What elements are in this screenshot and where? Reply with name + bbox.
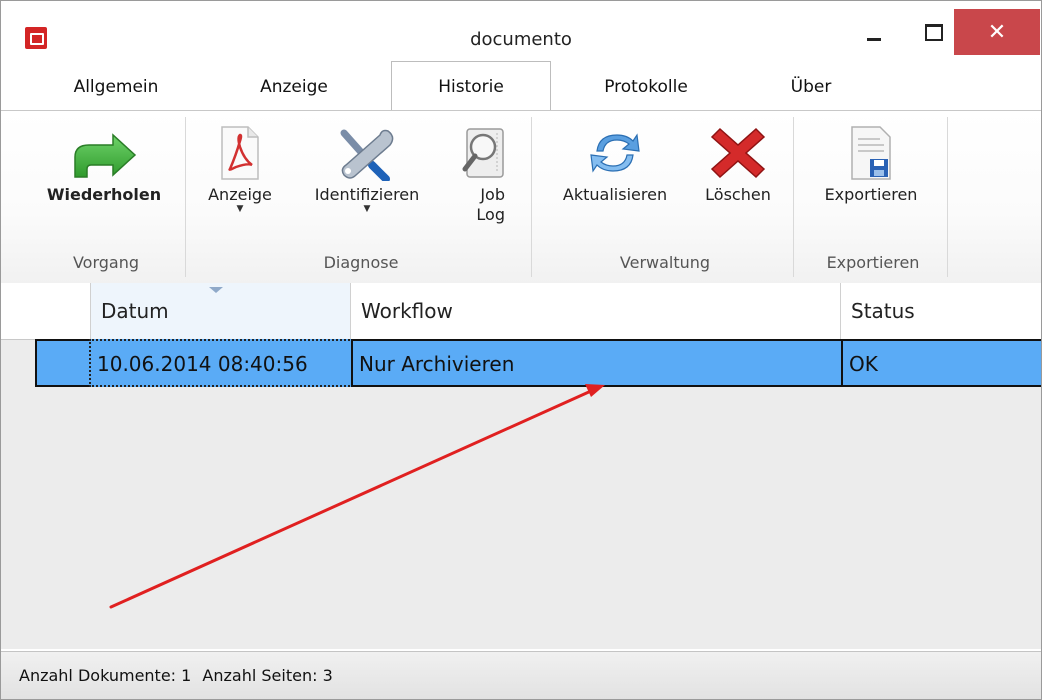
anzeige-label: Anzeige <box>208 185 272 204</box>
exportieren-label: Exportieren <box>824 185 918 204</box>
magnifier-log-icon <box>462 128 504 178</box>
document-count: Anzahl Dokumente: 1 <box>19 666 192 685</box>
aktualisieren-label: Aktualisieren <box>562 185 668 204</box>
identifizieren-dropdown-button[interactable]: Identifizieren ▼ <box>297 125 437 214</box>
page-count: Anzahl Seiten: 3 <box>202 666 333 685</box>
group-divider <box>947 117 948 277</box>
tab-anzeige[interactable]: Anzeige <box>229 67 359 107</box>
group-label-verwaltung: Verwaltung <box>619 253 711 272</box>
job-log-label-line1: Job <box>480 185 505 204</box>
chevron-down-icon: ▼ <box>363 204 371 214</box>
exportieren-button[interactable]: Exportieren <box>801 125 941 204</box>
tab-allgemein[interactable]: Allgemein <box>41 67 191 107</box>
refresh-arrows-icon <box>590 133 640 173</box>
maximize-button[interactable] <box>914 11 954 53</box>
aktualisieren-button[interactable]: Aktualisieren <box>541 125 689 204</box>
tab-ueber[interactable]: Über <box>761 67 861 107</box>
annotation-arrow <box>109 384 605 609</box>
close-button[interactable]: ✕ <box>954 9 1040 55</box>
job-log-label-line2: Log <box>476 205 505 224</box>
loeschen-label: Löschen <box>705 185 771 204</box>
group-divider <box>793 117 794 277</box>
minimize-icon <box>867 37 881 41</box>
tab-historie[interactable]: Historie <box>391 61 551 111</box>
group-divider <box>185 117 186 277</box>
wiederholen-label: Wiederholen <box>46 185 162 204</box>
tab-protokolle[interactable]: Protokolle <box>566 67 726 107</box>
ribbon-tabs: Allgemein Anzeige Historie Protokolle Üb… <box>1 61 1041 111</box>
anzeige-dropdown-button[interactable]: Anzeige ▼ <box>195 125 285 214</box>
maximize-icon <box>925 23 943 41</box>
red-x-delete-icon <box>710 127 766 179</box>
annotation-arrow-head <box>585 384 605 397</box>
group-label-exportieren: Exportieren <box>826 253 920 272</box>
chevron-down-icon: ▼ <box>236 204 244 214</box>
loeschen-button[interactable]: Löschen <box>693 125 783 204</box>
pdf-document-icon <box>221 126 259 180</box>
wrench-screwdriver-icon <box>340 129 394 181</box>
status-summary: Anzahl Dokumente: 1 Anzahl Seiten: 3 <box>19 666 333 685</box>
job-log-button[interactable]: Job Log <box>449 125 519 225</box>
group-label-diagnose: Diagnose <box>323 253 399 272</box>
group-divider <box>531 117 532 277</box>
wiederholen-button[interactable]: Wiederholen <box>29 131 179 204</box>
minimize-button[interactable] <box>854 11 894 53</box>
job-log-label: Job Log <box>449 185 519 225</box>
history-grid[interactable]: Datum Workflow Status 10.06.2014 08:40:5… <box>1 283 1041 649</box>
title-bar: documento ✕ <box>1 1 1041 56</box>
group-label-vorgang: Vorgang <box>72 253 140 272</box>
ribbon: Wiederholen Vorgang Anzeige ▼ Identifizi… <box>1 110 1041 284</box>
annotation-arrow-shaft <box>109 389 593 609</box>
identifizieren-label: Identifizieren <box>314 185 420 204</box>
status-bar: Anzahl Dokumente: 1 Anzahl Seiten: 3 <box>1 651 1041 699</box>
app-window: documento ✕ Allgemein Anzeige Historie P… <box>0 0 1042 700</box>
green-redo-arrow-icon <box>74 133 137 178</box>
close-icon: ✕ <box>987 19 1007 45</box>
document-save-icon <box>851 126 891 180</box>
